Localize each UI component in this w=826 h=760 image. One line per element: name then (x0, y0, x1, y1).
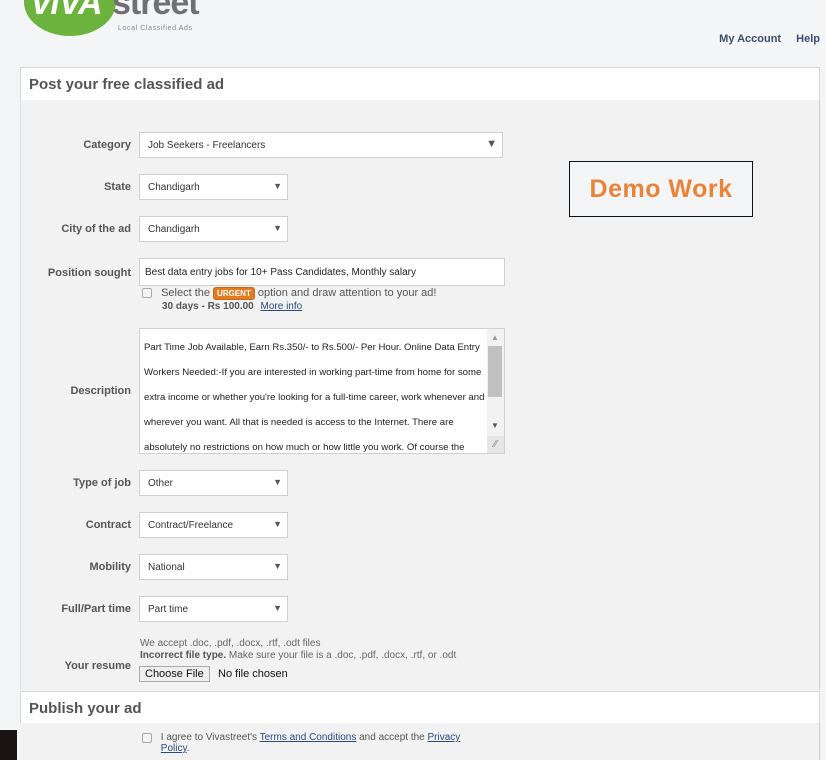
logo-street-text: street (112, 0, 200, 22)
chevron-down-icon: ▼ (273, 561, 282, 571)
publish-ad-title: Publish your ad (29, 700, 142, 717)
urgent-checkbox[interactable] (142, 288, 152, 299)
category-select[interactable]: Job Seekers - Freelancers ▼ (139, 132, 503, 158)
chevron-down-icon: ▼ (273, 603, 282, 613)
type-of-job-select[interactable]: Other ▼ (139, 470, 288, 496)
demo-work-box: Demo Work (569, 161, 753, 217)
city-label: City of the ad (61, 223, 131, 235)
type-of-job-label: Type of job (73, 477, 131, 489)
file-status: No file chosen (218, 668, 288, 680)
resume-file-input: Choose File No file chosen (139, 666, 288, 682)
urgent-prefix: Select the (161, 287, 210, 299)
description-label: Description (70, 385, 131, 397)
mobility-label: Mobility (89, 561, 131, 573)
urgent-option: Select the URGENT option and draw attent… (142, 287, 436, 300)
scroll-thumb[interactable] (488, 346, 502, 397)
mobility-select[interactable]: National ▼ (139, 554, 288, 580)
state-label: State (104, 181, 131, 193)
post-ad-title: Post your free classified ad (29, 76, 225, 93)
agree-prefix: I agree to Vivastreet's (160, 732, 258, 743)
publish-ad-header: Publish your ad (20, 691, 820, 724)
description-textarea[interactable]: Part Time Job Available, Earn Rs.350/- t… (139, 328, 505, 454)
vivastreet-logo[interactable]: ViVA street Local Classified Ads (20, 0, 200, 37)
resume-info: We accept .doc, .pdf, .docx, .rtf, .odt … (140, 638, 456, 662)
resume-accepted-types: We accept .doc, .pdf, .docx, .rtf, .odt … (140, 638, 321, 649)
agree-middle: and accept the (359, 732, 425, 743)
logo-tagline: Local Classified Ads (118, 25, 193, 32)
resume-error-bold: Incorrect file type. (140, 650, 227, 661)
full-part-time-label: Full/Part time (61, 603, 131, 615)
contract-label: Contract (85, 519, 131, 531)
state-value: Chandigarh (148, 182, 200, 193)
city-value: Chandigarh (148, 224, 200, 235)
urgent-price-row: 30 days - Rs 100.00 More info (162, 301, 302, 312)
more-info-link[interactable]: More info (261, 301, 303, 312)
chevron-down-icon: ▼ (486, 138, 497, 150)
urgent-suffix: option and draw attention to your ad! (257, 287, 437, 299)
chevron-down-icon: ▼ (273, 477, 282, 487)
terms-checkbox[interactable] (142, 733, 152, 743)
choose-file-button[interactable]: Choose File (139, 666, 210, 682)
top-nav: My Account Help (707, 33, 820, 45)
chevron-down-icon: ▼ (273, 181, 282, 191)
position-label: Position sought (47, 267, 131, 279)
resume-label: Your resume (64, 660, 131, 672)
mobility-value: National (148, 562, 185, 573)
full-part-time-value: Part time (148, 604, 189, 615)
logo-viva-text: ViVA (30, 0, 103, 22)
urgent-price: 30 days - Rs 100.00 (162, 301, 254, 312)
scroll-up-arrow-icon[interactable]: ▲ (491, 333, 499, 342)
contract-select[interactable]: Contract/Freelance ▼ (139, 512, 288, 538)
type-of-job-value: Other (148, 478, 174, 489)
category-value: Job Seekers - Freelancers (148, 140, 266, 151)
my-account-link[interactable]: My Account (719, 33, 781, 45)
chevron-down-icon: ▼ (273, 223, 282, 233)
urgent-badge: URGENT (213, 287, 255, 300)
full-part-time-select[interactable]: Part time ▼ (139, 596, 288, 622)
position-input[interactable]: Best data entry jobs for 10+ Pass Candid… (139, 258, 505, 286)
resume-error: Incorrect file type. Make sure your file… (140, 650, 456, 662)
position-value: Best data entry jobs for 10+ Pass Candid… (145, 267, 416, 278)
post-ad-header: Post your free classified ad (20, 67, 820, 101)
description-value: Part Time Job Available, Earn Rs.350/- t… (144, 342, 485, 453)
terms-agreement: I agree to Vivastreet's Terms and Condit… (142, 732, 502, 754)
terms-link[interactable]: Terms and Conditions (260, 732, 357, 743)
category-label: Category (83, 139, 131, 151)
state-select[interactable]: Chandigarh ▼ (139, 174, 288, 200)
city-select[interactable]: Chandigarh ▼ (139, 216, 288, 242)
help-link[interactable]: Help (796, 33, 820, 45)
dark-corner-block (0, 730, 17, 760)
resize-grip-icon[interactable]: ⁄⁄ (487, 436, 504, 453)
contract-value: Contract/Freelance (148, 520, 234, 531)
terms-text: I agree to Vivastreet's Terms and Condit… (161, 732, 481, 754)
chevron-down-icon: ▼ (273, 519, 282, 529)
resume-error-text: Make sure your file is a .doc, .pdf, .do… (228, 650, 457, 661)
agree-suffix: . (186, 743, 190, 754)
scroll-down-arrow-icon[interactable]: ▼ (491, 421, 499, 430)
